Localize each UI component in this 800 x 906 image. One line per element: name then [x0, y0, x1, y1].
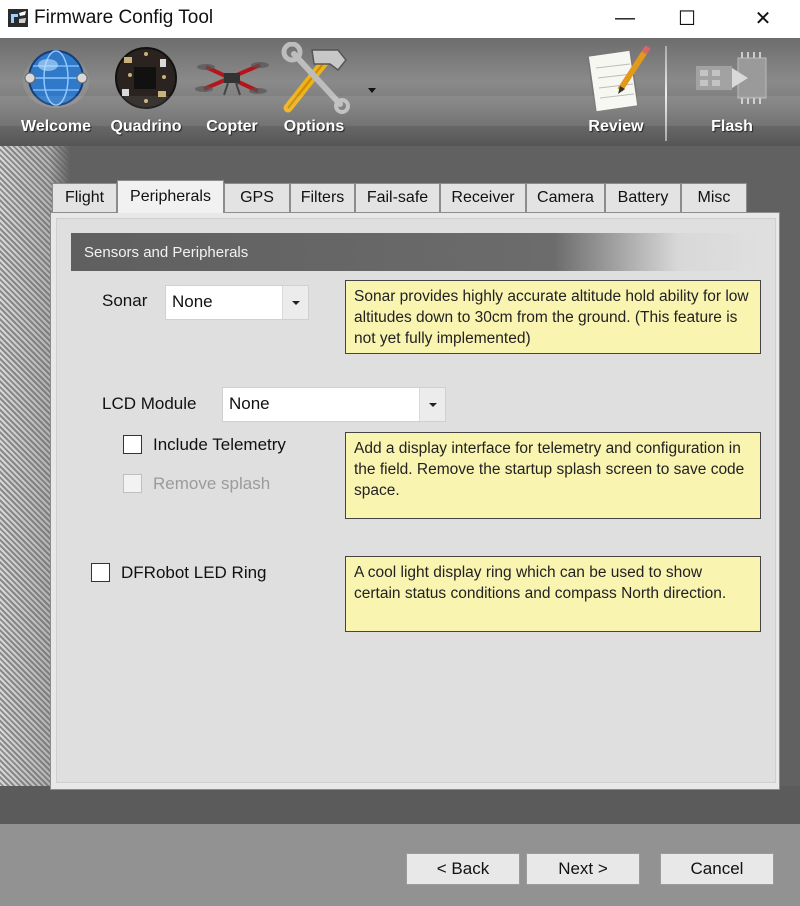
toolbar-options-button[interactable]: Options [272, 42, 356, 142]
toolbar: Welcome Quadrino Copter Options Review F… [0, 38, 800, 146]
sonar-label: Sonar [102, 291, 148, 310]
sonar-select[interactable]: None [165, 285, 309, 320]
section-title: Sensors and Peripherals [84, 244, 249, 261]
lcd-module-select-value: None [229, 394, 270, 413]
options-dropdown-arrow-icon[interactable] [368, 88, 376, 93]
footer-bar: < Back Next > Cancel [0, 824, 800, 906]
chevron-down-icon [428, 402, 437, 407]
lcd-module-dropdown-button[interactable] [419, 388, 445, 421]
tab-gps[interactable]: GPS [224, 183, 290, 212]
toolbar-review-button[interactable]: Review [574, 42, 658, 142]
remove-splash-label: Remove splash [153, 474, 271, 493]
lcd-module-label: LCD Module [102, 394, 197, 413]
tools-icon [281, 42, 350, 114]
sonar-dropdown-button[interactable] [282, 286, 308, 319]
chip-flash-icon [696, 52, 767, 104]
tab-misc[interactable]: Misc [681, 183, 747, 212]
sonar-info-note: Sonar provides highly accurate altitude … [345, 280, 761, 354]
toolbar-welcome-button[interactable]: Welcome [14, 42, 98, 142]
tab-label: Misc [697, 189, 731, 206]
tab-peripherals[interactable]: Peripherals [117, 180, 224, 213]
tab-camera[interactable]: Camera [526, 183, 605, 212]
include-telemetry-label: Include Telemetry [153, 435, 286, 454]
tab-label: Peripherals [130, 188, 211, 205]
close-icon: ✕ [754, 7, 772, 30]
notepad-icon [587, 45, 651, 113]
section-header: Sensors and Peripherals [71, 233, 761, 271]
circuit-board-icon [115, 47, 177, 109]
cancel-button[interactable]: Cancel [660, 853, 774, 885]
lcd-module-select[interactable]: None [222, 387, 446, 422]
tab-label: Battery [617, 189, 669, 206]
maximize-icon: ☐ [678, 7, 696, 30]
title-bar: Firmware Config Tool — ☐ ✕ [0, 0, 800, 38]
tab-label: Camera [537, 189, 594, 206]
chevron-down-icon [291, 300, 300, 305]
quadcopter-icon [195, 62, 269, 96]
toolbar-flash-label: Flash [711, 118, 753, 135]
sonar-select-value: None [172, 292, 213, 311]
minimize-icon: — [615, 6, 635, 29]
tab-filters[interactable]: Filters [290, 183, 355, 212]
back-button[interactable]: < Back [406, 853, 520, 885]
include-telemetry-checkbox[interactable] [123, 435, 142, 454]
dfrobot-led-ring-checkbox[interactable] [91, 563, 110, 582]
toolbar-quadrino-label: Quadrino [110, 118, 182, 135]
toolbar-review-label: Review [588, 118, 644, 135]
tab-label: Filters [300, 189, 345, 206]
minimize-button[interactable]: — [590, 0, 660, 36]
toolbar-copter-label: Copter [206, 118, 258, 135]
tab-fail-safe[interactable]: Fail-safe [355, 183, 440, 212]
app-icon [8, 9, 28, 27]
toolbar-flash-button[interactable]: Flash [690, 42, 774, 142]
globe-icon [23, 50, 89, 108]
toolbar-copter-button[interactable]: Copter [190, 42, 274, 142]
toolbar-options-label: Options [283, 118, 345, 135]
lcd-info-note: Add a display interface for telemetry an… [345, 432, 761, 519]
tab-receiver[interactable]: Receiver [440, 183, 526, 212]
next-button[interactable]: Next > [526, 853, 640, 885]
tab-label: GPS [240, 189, 274, 206]
toolbar-separator [665, 46, 667, 141]
window-title: Firmware Config Tool [34, 7, 214, 28]
dfrobot-led-ring-label: DFRobot LED Ring [121, 563, 267, 582]
remove-splash-checkbox[interactable] [123, 474, 142, 493]
tab-battery[interactable]: Battery [605, 183, 681, 212]
tab-label: Flight [64, 189, 105, 206]
tab-flight[interactable]: Flight [52, 183, 117, 212]
tab-label: Receiver [451, 189, 515, 206]
tab-label: Fail-safe [366, 189, 429, 206]
toolbar-quadrino-button[interactable]: Quadrino [104, 42, 188, 142]
lower-stripe [0, 786, 800, 824]
led-ring-info-note: A cool light display ring which can be u… [345, 556, 761, 632]
toolbar-welcome-label: Welcome [21, 118, 91, 135]
close-button[interactable]: ✕ [728, 0, 798, 36]
maximize-button[interactable]: ☐ [652, 0, 722, 36]
